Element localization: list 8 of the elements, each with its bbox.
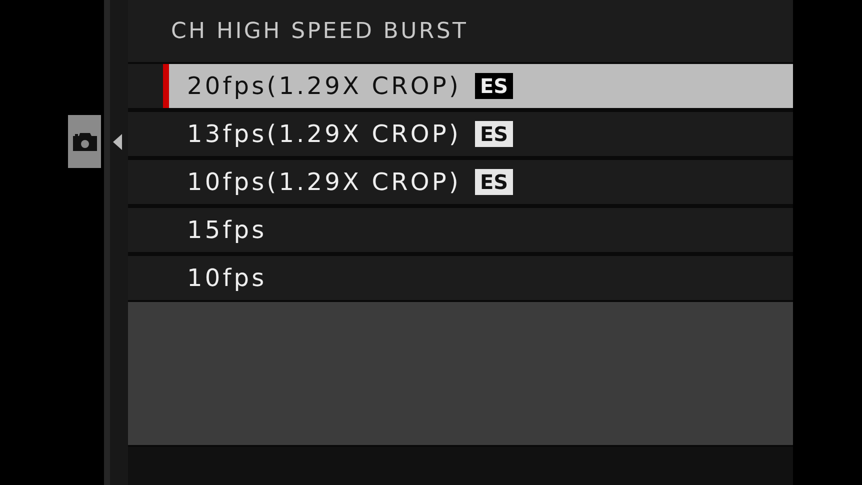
camera-icon xyxy=(72,132,96,150)
mode-badge: ES xyxy=(474,73,514,99)
mode-badge: ES xyxy=(474,169,514,195)
arrow-icon xyxy=(112,134,122,150)
mode-badge: ES xyxy=(474,121,514,147)
menu-item[interactable]: 20fps(1.29X CROP) ES xyxy=(163,64,793,108)
camera-tab[interactable] xyxy=(68,115,101,168)
menu-title: CH HIGH SPEED BURST xyxy=(171,18,468,44)
